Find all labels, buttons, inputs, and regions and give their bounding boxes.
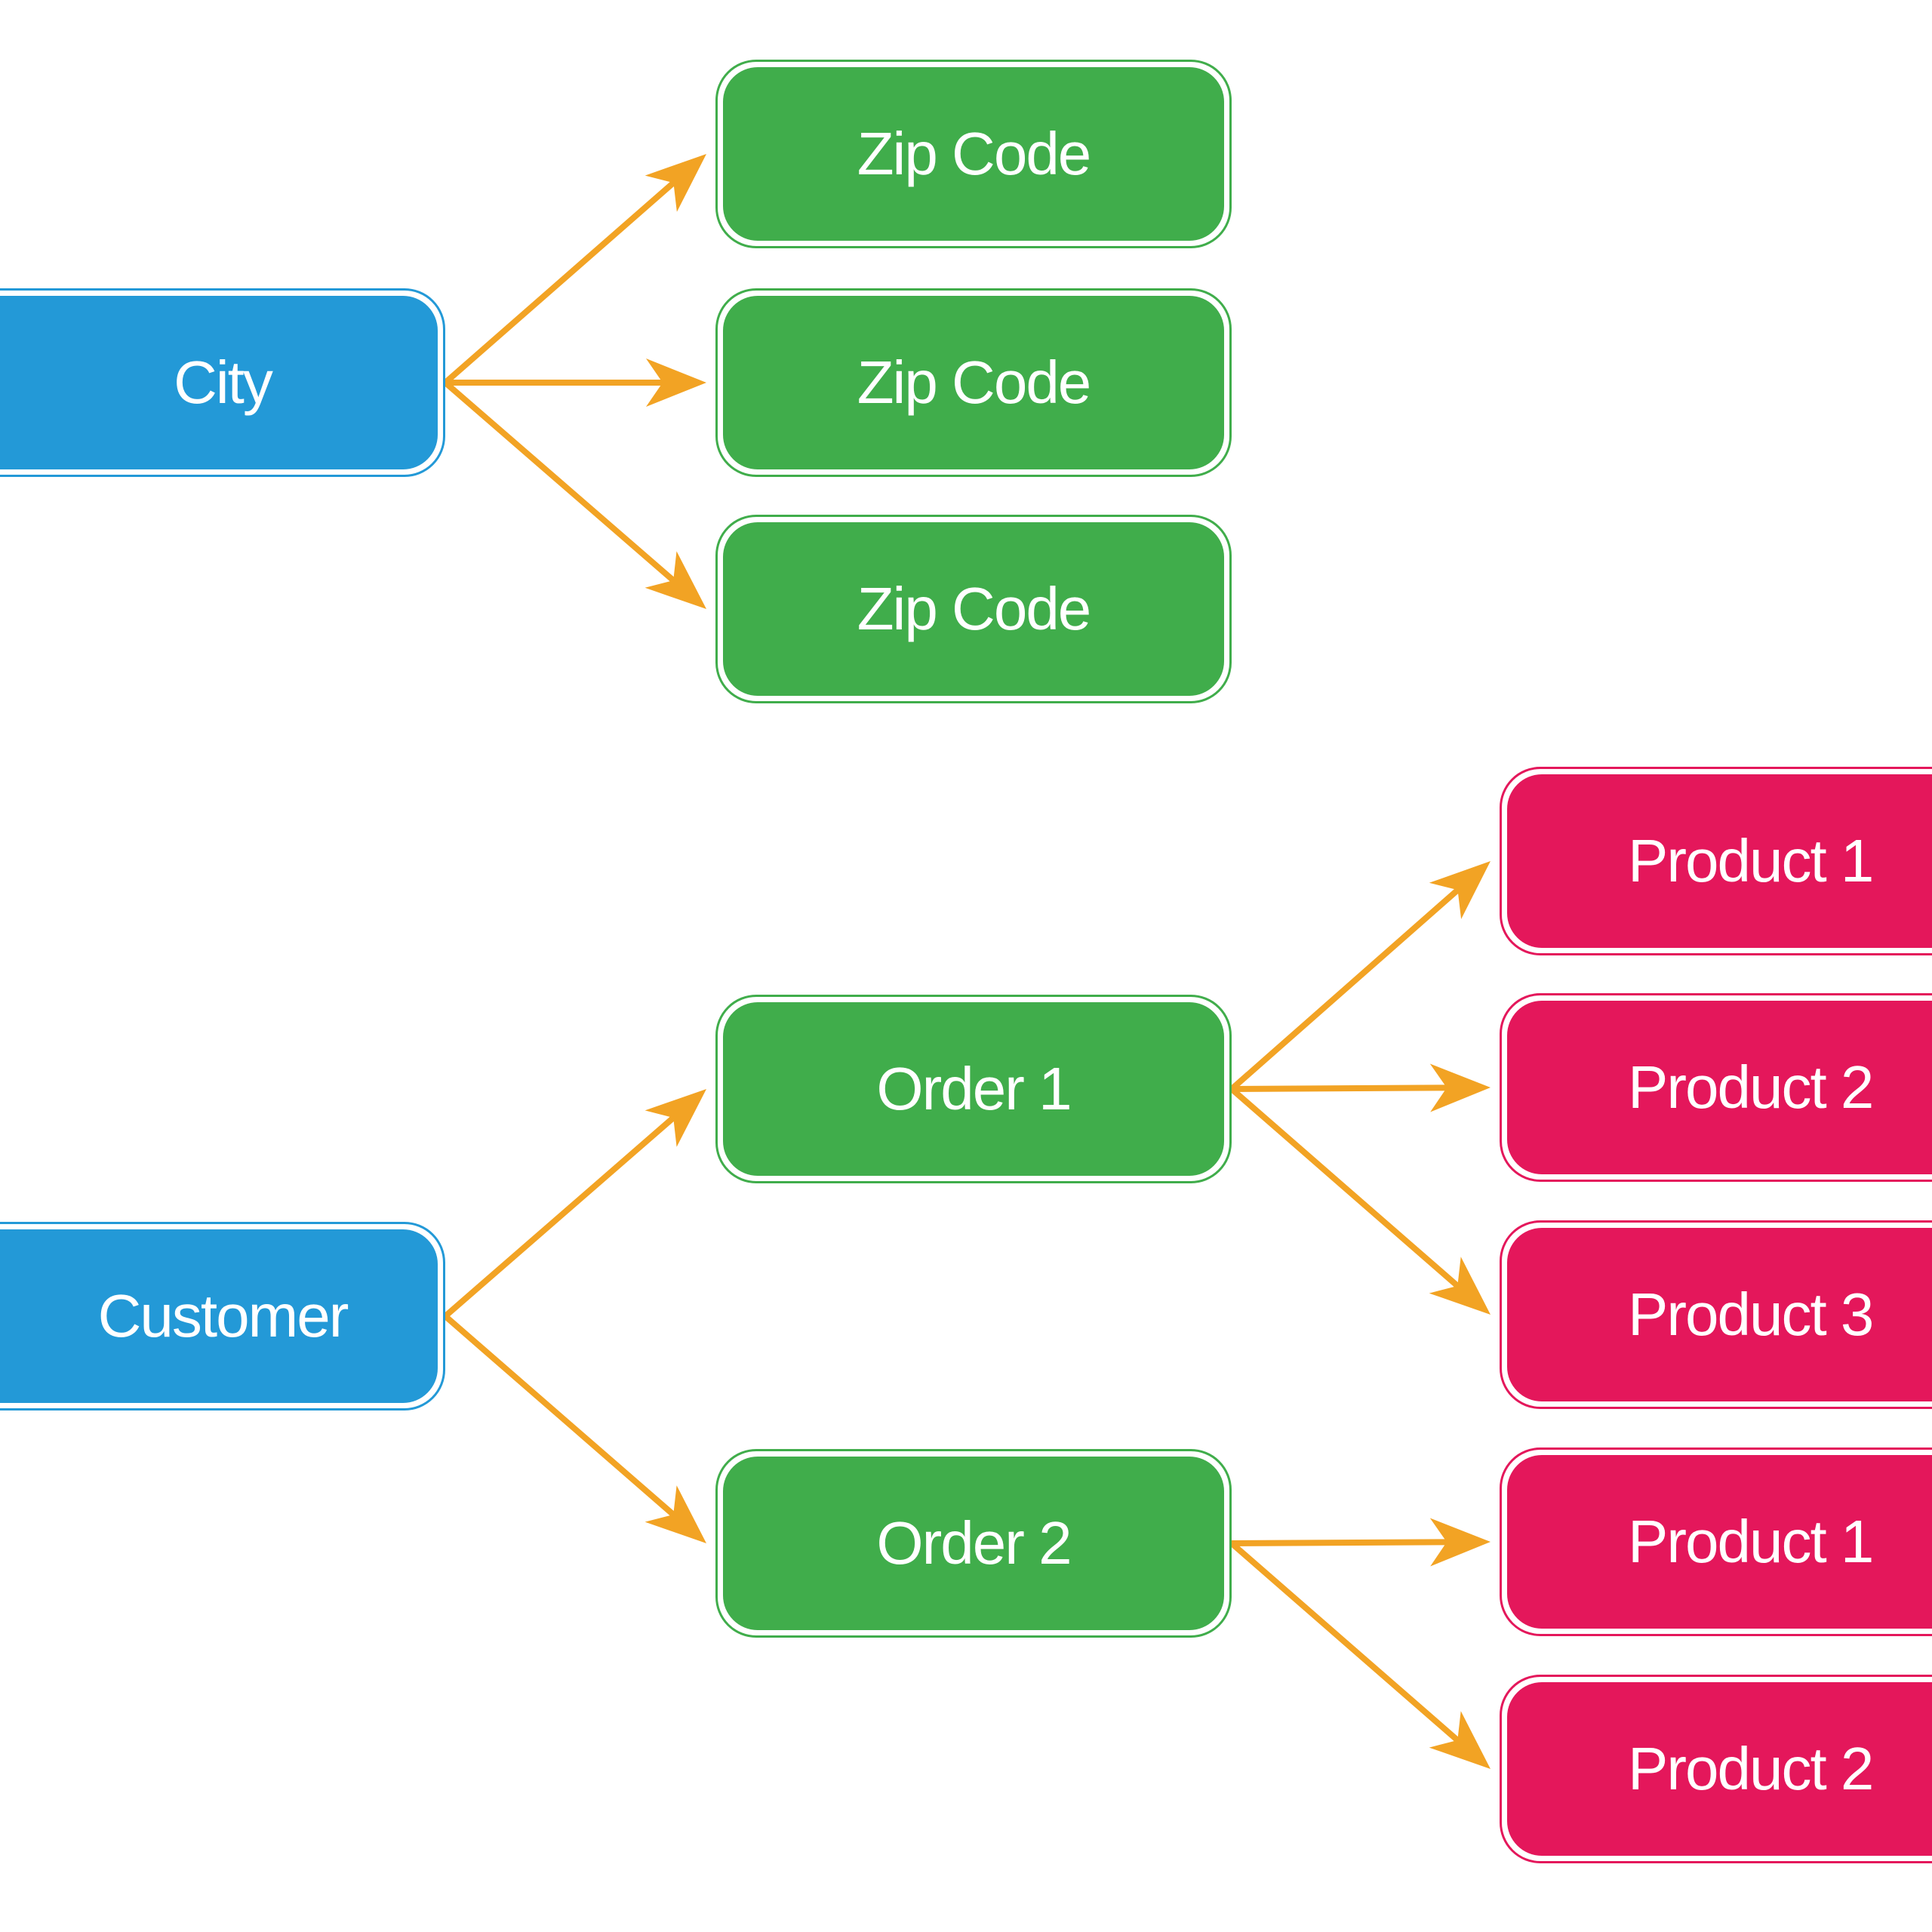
arrow-shaft: [442, 1313, 677, 1518]
arrow-order1-to-o1p1: [1229, 861, 1491, 1092]
arrow-shaft: [442, 380, 677, 584]
arrow-order1-to-o1p2: [1229, 1063, 1491, 1112]
arrow-customer-to-order1: [442, 1089, 706, 1319]
arrow-order2-to-o2p2: [1229, 1540, 1491, 1769]
node-label: Zip Code: [857, 349, 1092, 416]
arrow-shaft: [1229, 887, 1461, 1092]
node-order-1[interactable]: Order 1: [715, 995, 1232, 1183]
node-zip-code-1[interactable]: Zip Code: [715, 60, 1232, 248]
node-label: Product 3: [1628, 1281, 1874, 1348]
arrow-shaft: [442, 1115, 677, 1319]
arrow-shaft: [1229, 1086, 1461, 1289]
arrow-city-to-zip2: [442, 358, 706, 407]
node-order-2[interactable]: Order 2: [715, 1449, 1232, 1638]
node-label: Product 1: [1628, 827, 1874, 894]
node-label: Zip Code: [857, 575, 1092, 642]
node-label: Order 2: [876, 1509, 1072, 1577]
arrow-city-to-zip3: [442, 380, 706, 609]
node-label: Product 1: [1628, 1508, 1874, 1575]
arrow-shaft: [442, 180, 677, 386]
node-label: City: [174, 349, 273, 416]
arrow-shaft: [1229, 1539, 1451, 1546]
arrow-city-to-zip1: [442, 154, 706, 386]
arrow-customer-to-order2: [442, 1313, 706, 1543]
node-order-2-product-2[interactable]: Product 2: [1500, 1675, 1932, 1863]
node-label: Product 2: [1628, 1054, 1874, 1121]
node-order-1-product-3[interactable]: Product 3: [1500, 1220, 1932, 1409]
arrow-order1-to-o1p3: [1229, 1086, 1491, 1315]
node-order-1-product-2[interactable]: Product 2: [1500, 993, 1932, 1182]
arrow-shaft: [1229, 1084, 1451, 1092]
node-order-1-product-1[interactable]: Product 1: [1500, 767, 1932, 955]
arrow-shaft: [1229, 1540, 1461, 1743]
node-zip-code-2[interactable]: Zip Code: [715, 288, 1232, 477]
node-customer[interactable]: Customer: [0, 1222, 445, 1411]
arrow-order2-to-o2p1: [1229, 1518, 1491, 1567]
node-label: Customer: [97, 1282, 349, 1349]
node-label: Zip Code: [857, 120, 1092, 187]
node-zip-code-3[interactable]: Zip Code: [715, 515, 1232, 703]
node-label: Order 1: [876, 1055, 1072, 1122]
node-label: Product 2: [1628, 1735, 1874, 1802]
node-order-2-product-1[interactable]: Product 1: [1500, 1447, 1932, 1636]
node-city[interactable]: City: [0, 288, 445, 477]
